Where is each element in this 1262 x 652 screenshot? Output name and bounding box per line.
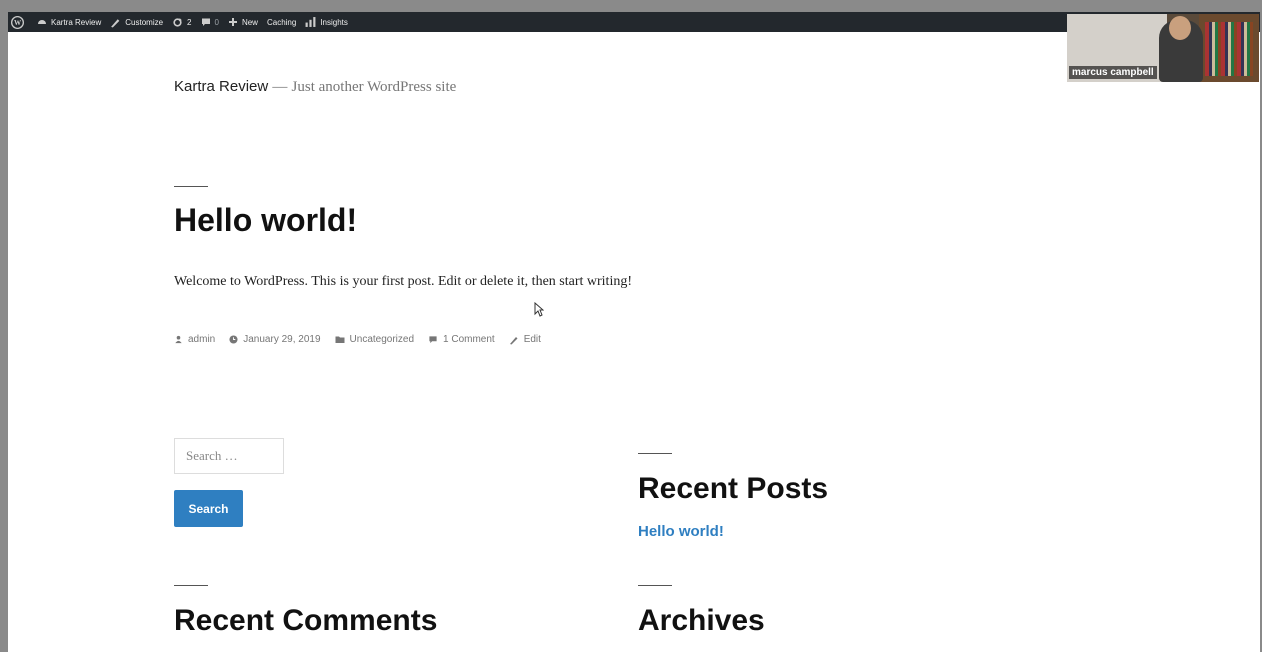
site-title[interactable]: Kartra Review [174, 78, 268, 95]
customize-label: Customize [125, 17, 164, 27]
customize-menu[interactable]: Customize [110, 17, 163, 28]
insights-label: Insights [320, 17, 348, 27]
folder-icon [335, 336, 345, 343]
site-name-menu[interactable]: Kartra Review [37, 17, 101, 27]
new-content-menu[interactable]: New [228, 17, 258, 27]
edit-text: Edit [523, 334, 541, 345]
caching-menu[interactable]: Caching [267, 18, 296, 27]
updates-menu[interactable]: 2 [172, 17, 192, 28]
updates-icon [172, 17, 183, 28]
recent-post-link[interactable]: Hello world! [638, 523, 724, 540]
post-divider [174, 186, 208, 187]
recent-posts-title: Recent Posts [638, 472, 829, 505]
author-name: admin [188, 334, 216, 345]
site-description: Just another WordPress site [291, 79, 457, 95]
post-category[interactable]: Uncategorized [335, 334, 414, 345]
pencil-icon [509, 336, 518, 344]
user-icon [175, 335, 182, 344]
search-button[interactable]: Search [174, 490, 243, 527]
plus-icon [228, 17, 238, 27]
post-content: Welcome to WordPress. This is your first… [174, 274, 632, 289]
site-name-label: Kartra Review [51, 17, 102, 27]
insights-menu[interactable]: Insights [305, 17, 348, 27]
caching-label: Caching [266, 17, 297, 27]
browser-viewport: W Kartra Review Customize 2 0 New Cachin… [8, 12, 1260, 652]
new-label: New [241, 17, 258, 27]
comments-icon [201, 17, 211, 27]
recent-posts-divider [638, 453, 672, 454]
search-input[interactable]: Search … [174, 438, 284, 474]
recent-comments-divider [174, 585, 208, 586]
webcam-overlay: marcus campbell [1067, 14, 1259, 82]
post-author[interactable]: admin [174, 334, 215, 345]
comment-icon [429, 336, 437, 344]
post-date[interactable]: January 29, 2019 [229, 334, 321, 345]
search-placeholder: Search … [186, 448, 238, 463]
wordpress-icon: W [11, 15, 24, 29]
mouse-cursor-icon [534, 301, 545, 322]
archives-divider [638, 585, 672, 586]
dashboard-icon [37, 17, 47, 27]
presenter-head [1169, 16, 1191, 40]
updates-count: 2 [187, 17, 192, 27]
post-edit[interactable]: Edit [509, 334, 541, 345]
post-meta: admin January 29, 2019 Uncategorized 1 C… [174, 334, 555, 345]
svg-text:W: W [14, 19, 22, 27]
category-text: Uncategorized [349, 334, 415, 345]
comments-text: 1 Comment [443, 334, 495, 345]
insights-icon [305, 17, 316, 27]
site-separator: — [272, 79, 288, 95]
presenter-name: marcus campbell [1069, 66, 1157, 79]
comments-count: 0 [214, 17, 219, 27]
post-title[interactable]: Hello world! [174, 202, 357, 239]
wordpress-menu[interactable]: W [11, 15, 28, 29]
archives-title: Archives [638, 604, 765, 637]
recent-comments-title: Recent Comments [174, 604, 438, 637]
bookshelf [1199, 14, 1259, 82]
date-text: January 29, 2019 [243, 334, 321, 345]
customize-icon [110, 17, 121, 28]
site-branding: Kartra Review — Just another WordPress s… [174, 78, 456, 96]
post-comments[interactable]: 1 Comment [428, 334, 495, 345]
comments-menu[interactable]: 0 [201, 17, 219, 27]
clock-icon [229, 335, 238, 344]
